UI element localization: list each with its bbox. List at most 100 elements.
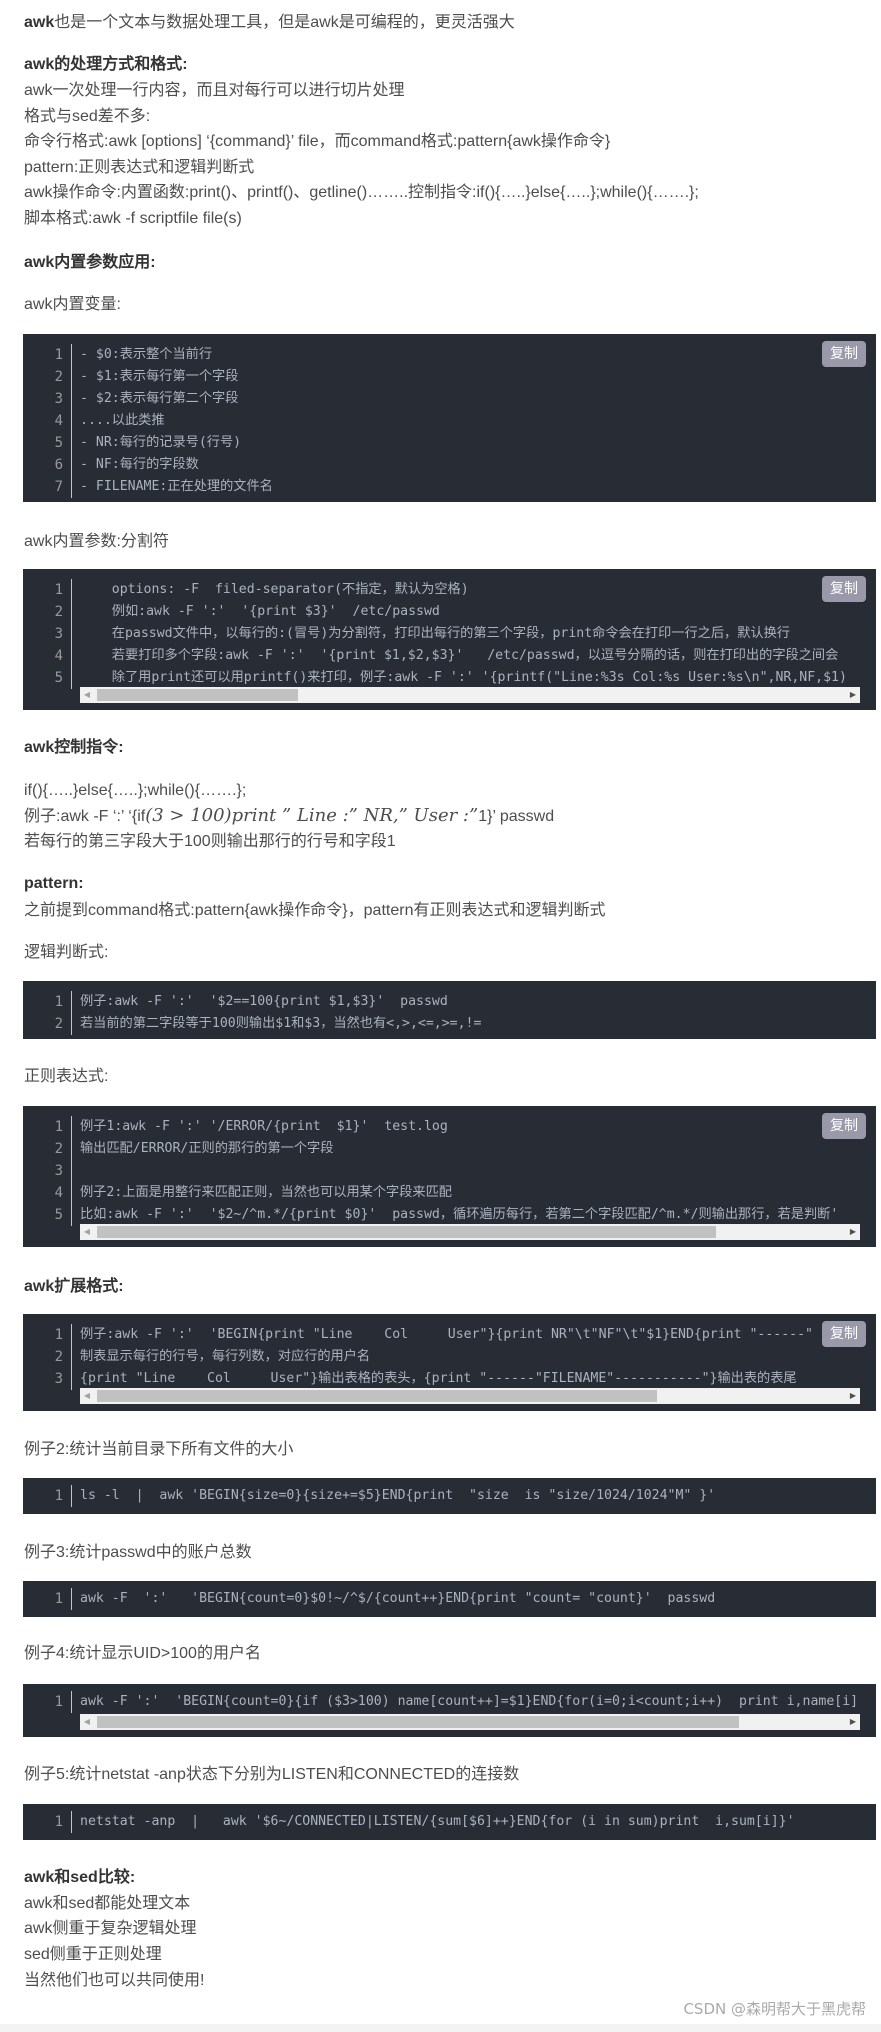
code-block-example3: 1 awk -F ':' 'BEGIN{count=0}$0!~/^$/{coun… — [23, 1581, 876, 1617]
line-number: 7 — [54, 479, 63, 495]
control-example-math: (3 > 100)print ” Line :” NR,” User :” — [145, 805, 479, 826]
line-number: 1 — [54, 1814, 63, 1830]
heading-pattern: pattern: — [24, 875, 84, 892]
control-example: 例子:awk -F ‘:’ ‘{if(3 > 100)print ” Line … — [24, 803, 554, 830]
line-number: 2 — [54, 1349, 63, 1365]
copy-button[interactable]: 复制 — [822, 1321, 866, 1347]
format-line: 脚本格式:awk -f scriptfile file(s) — [24, 210, 242, 227]
code-line: 比如:awk -F ':' '$2~/^m.*/{print $0}' pass… — [80, 1207, 839, 1222]
line-number: 1 — [54, 1488, 63, 1504]
copy-button[interactable]: 复制 — [822, 576, 866, 602]
heading-builtin: awk内置参数应用: — [24, 254, 156, 271]
code-line: 若要打印多个字段:awk -F ':' '{print $1,$2,$3}' /… — [80, 648, 839, 663]
line-number: 4 — [54, 413, 63, 429]
compare-line: awk侧重于复杂逻辑处理 — [24, 1920, 197, 1937]
compare-line: awk和sed都能处理文本 — [24, 1895, 191, 1912]
line-number: 2 — [54, 1141, 63, 1157]
pattern-desc: 之前提到command格式:pattern{awk操作命令}，pattern有正… — [24, 902, 606, 919]
control-example-prefix: 例子:awk -F ‘:’ ‘{if — [24, 808, 146, 825]
heading-format: awk的处理方式和格式: — [24, 56, 188, 73]
code-gutter — [71, 1324, 72, 1390]
horizontal-scrollbar[interactable]: ◀ ▶ — [80, 1224, 860, 1240]
pattern-regex-label: 正则表达式: — [24, 1068, 109, 1085]
line-number: 4 — [54, 1185, 63, 1201]
example4-label: 例子4:统计显示UID>100的用户名 — [24, 1645, 261, 1662]
example3-label: 例子3:统计passwd中的账户总数 — [24, 1544, 252, 1561]
line-number: 5 — [54, 435, 63, 451]
code-line: 例如:awk -F ':' '{print $3}' /etc/passwd — [80, 604, 440, 619]
horizontal-scrollbar[interactable]: ◀ ▶ — [80, 1714, 860, 1730]
compare-line: sed侧重于正则处理 — [24, 1946, 162, 1963]
scroll-left-arrow-icon[interactable]: ◀ — [80, 1714, 94, 1730]
compare-line: 当然他们也可以共同使用! — [24, 1972, 205, 1989]
scroll-right-arrow-icon[interactable]: ▶ — [846, 687, 860, 703]
line-number: 3 — [54, 626, 63, 642]
code-block-extended: 1 例子:awk -F ':' 'BEGIN{print "Line Col Us… — [23, 1314, 876, 1411]
code-block-example5: 1 netstat -anp | awk '$6~/CONNECTED|LISTE… — [23, 1804, 876, 1840]
code-block-builtin-vars: 1 - $0:表示整个当前行 2 - $1:表示每行第一个字段 3 - $2:表示每行第二… — [23, 334, 876, 502]
code-gutter — [71, 1588, 72, 1610]
builtin-sep-label: awk内置参数:分割符 — [24, 533, 169, 550]
code-block-regex: 1 例子1:awk -F ':' '/ERROR/{print $1}' test… — [23, 1106, 876, 1247]
heading-compare: awk和sed比较: — [24, 1869, 136, 1886]
scrollbar-thumb[interactable] — [97, 1390, 657, 1402]
code-gutter — [71, 1811, 72, 1833]
code-gutter — [71, 1691, 72, 1713]
format-line: awk一次处理一行内容，而且对每行可以进行切片处理 — [24, 82, 405, 99]
line-number: 2 — [54, 369, 63, 385]
scroll-right-arrow-icon[interactable]: ▶ — [846, 1714, 860, 1730]
code-line: 输出匹配/ERROR/正则的那行的第一个字段 — [80, 1141, 334, 1156]
code-line: 例子:awk -F ':' '$2==100{print $1,$3}' pas… — [80, 994, 448, 1009]
scrollbar-thumb[interactable] — [97, 1226, 716, 1238]
control-example-suffix: 1}’ passwd — [478, 808, 555, 825]
example5-label: 例子5:统计netstat -anp状态下分别为LISTEN和CONNECTED… — [24, 1766, 520, 1783]
code-line: ....以此类推 — [80, 413, 165, 428]
code-line: options: -F filed-separator(不指定，默认为空格) — [80, 582, 469, 597]
line-number: 1 — [54, 582, 63, 598]
code-line: awk -F ':' 'BEGIN{count=0}$0!~/^$/{count… — [80, 1591, 716, 1606]
code-gutter — [71, 1116, 72, 1226]
line-number: 1 — [54, 1591, 63, 1607]
control-explain: 若每行的第三字段大于100则输出那行的行号和字段1 — [24, 833, 396, 850]
copy-button[interactable]: 复制 — [822, 341, 866, 367]
code-gutter — [71, 579, 72, 689]
scrollbar-thumb[interactable] — [97, 1716, 739, 1728]
code-block-example4: 1 awk -F ':' 'BEGIN{count=0}{if ($3>100) … — [23, 1684, 876, 1737]
code-line: ls -l | awk 'BEGIN{size=0}{size+=$5}END{… — [80, 1488, 716, 1503]
line-number: 1 — [54, 1327, 63, 1343]
line-number: 5 — [54, 1207, 63, 1223]
watermark: CSDN @森明帮大于黑虎帮 — [683, 2000, 866, 2018]
format-line: awk操作命令:内置函数:print()、printf()、getline()…… — [24, 184, 699, 201]
code-line: - $2:表示每行第二个字段 — [80, 391, 239, 406]
line-number: 1 — [54, 1694, 63, 1710]
scroll-left-arrow-icon[interactable]: ◀ — [80, 1388, 94, 1404]
code-line: 若当前的第二字段等于100则输出$1和$3，当然也有<,>,<=,>=,!= — [80, 1016, 482, 1031]
scrollbar-thumb[interactable] — [97, 689, 298, 701]
line-number: 1 — [54, 1119, 63, 1135]
line-number: 3 — [54, 1371, 63, 1387]
copy-button[interactable]: 复制 — [822, 1113, 866, 1139]
scroll-right-arrow-icon[interactable]: ▶ — [846, 1388, 860, 1404]
heading-control: awk控制指令: — [24, 739, 124, 756]
scroll-right-arrow-icon[interactable]: ▶ — [846, 1224, 860, 1240]
code-line: 例子1:awk -F ':' '/ERROR/{print $1}' test.… — [80, 1119, 448, 1134]
intro-paragraph: awk也是一个文本与数据处理工具，但是awk是可编程的，更灵活强大 — [24, 10, 515, 36]
format-line: pattern:正则表达式和逻辑判断式 — [24, 159, 255, 176]
pattern-logic-label: 逻辑判断式: — [24, 944, 109, 961]
builtin-vars-label: awk内置变量: — [24, 296, 121, 313]
code-line: awk -F ':' 'BEGIN{count=0}{if ($3>100) n… — [80, 1694, 859, 1709]
scroll-left-arrow-icon[interactable]: ◀ — [80, 1224, 94, 1240]
code-line: - FILENAME:正在处理的文件名 — [80, 479, 273, 494]
heading-extended: awk扩展格式: — [24, 1278, 124, 1295]
horizontal-scrollbar[interactable]: ◀ ▶ — [80, 1388, 860, 1404]
code-line: - $0:表示整个当前行 — [80, 347, 213, 362]
line-number: 3 — [54, 391, 63, 407]
line-number: 1 — [54, 347, 63, 363]
line-number: 3 — [54, 1163, 63, 1179]
example2-label: 例子2:统计当前目录下所有文件的大小 — [24, 1441, 294, 1458]
line-number: 2 — [54, 1016, 63, 1032]
scroll-left-arrow-icon[interactable]: ◀ — [80, 687, 94, 703]
horizontal-scrollbar[interactable]: ◀ ▶ — [80, 687, 860, 703]
line-number: 4 — [54, 648, 63, 664]
code-line: 制表显示每行的行号，每行列数，对应行的用户名 — [80, 1349, 371, 1364]
